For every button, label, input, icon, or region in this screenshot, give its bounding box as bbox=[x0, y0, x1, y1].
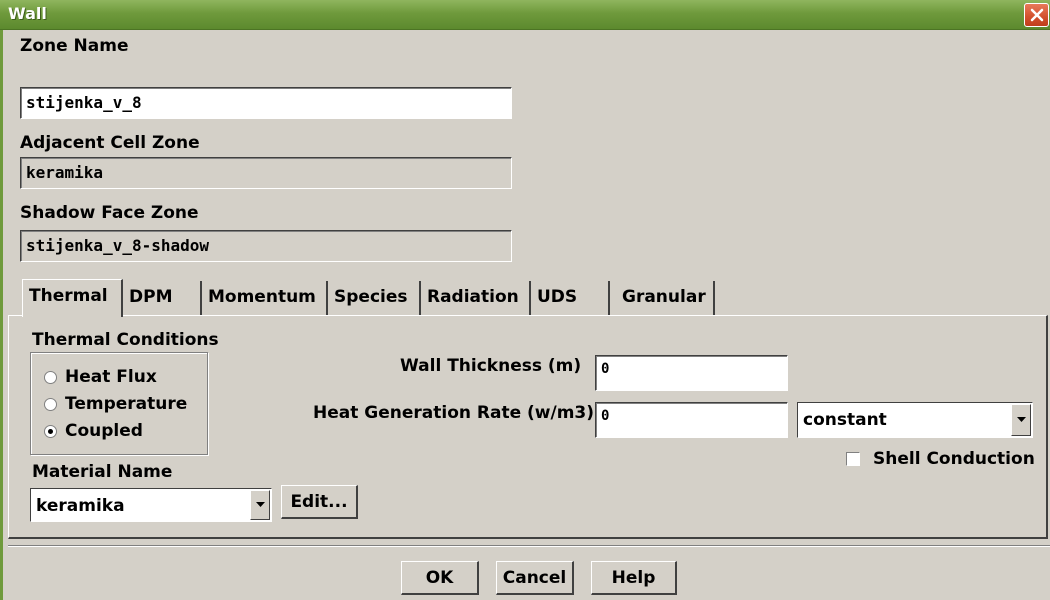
shadow-face-zone-field: stijenka_v_8-shadow bbox=[20, 230, 512, 262]
cancel-button[interactable]: Cancel bbox=[496, 561, 574, 595]
zone-name-label: Zone Name bbox=[20, 36, 129, 56]
material-name-label: Material Name bbox=[32, 462, 173, 482]
radio-coupled-label: Coupled bbox=[65, 421, 143, 441]
material-name-value: keramika bbox=[36, 496, 125, 516]
window-border bbox=[0, 30, 3, 600]
heat-generation-label: Heat Generation Rate (w/m3) bbox=[313, 403, 595, 423]
tab-momentum[interactable]: Momentum bbox=[202, 281, 328, 315]
radio-temperature[interactable]: Temperature bbox=[44, 394, 187, 414]
radio-heat-flux[interactable]: Heat Flux bbox=[44, 367, 157, 387]
radio-coupled[interactable]: Coupled bbox=[44, 421, 143, 441]
heat-generation-input[interactable]: 0 bbox=[595, 402, 788, 438]
material-name-dropdown-button[interactable] bbox=[250, 490, 270, 520]
edit-material-button[interactable]: Edit... bbox=[281, 485, 358, 519]
heat-generation-method-select[interactable]: constant bbox=[797, 402, 1033, 438]
title-bar[interactable]: Wall bbox=[0, 0, 1050, 30]
radio-heat-flux-label: Heat Flux bbox=[65, 367, 157, 387]
ok-button[interactable]: OK bbox=[401, 561, 479, 595]
zone-name-input[interactable]: stijenka_v_8 bbox=[20, 87, 512, 119]
thermal-conditions-label: Thermal Conditions bbox=[32, 330, 219, 350]
radio-temperature-label: Temperature bbox=[65, 394, 188, 414]
tab-dpm[interactable]: DPM bbox=[123, 281, 202, 315]
radio-temperature-indicator[interactable] bbox=[44, 397, 57, 411]
chevron-down-icon bbox=[1016, 417, 1026, 422]
tab-uds[interactable]: UDS bbox=[531, 281, 610, 315]
adjacent-cell-zone-field: keramika bbox=[20, 157, 512, 189]
material-name-select[interactable]: keramika bbox=[30, 488, 272, 522]
close-button[interactable] bbox=[1024, 3, 1049, 27]
heat-generation-method-dropdown-button[interactable] bbox=[1011, 404, 1031, 436]
chevron-down-icon bbox=[255, 502, 265, 507]
window-title: Wall bbox=[8, 4, 47, 23]
tab-granular[interactable]: Granular bbox=[610, 281, 715, 315]
radio-heat-flux-indicator[interactable] bbox=[44, 370, 57, 384]
wall-thickness-input[interactable]: 0 bbox=[595, 355, 788, 391]
shell-conduction-label: Shell Conduction bbox=[873, 449, 1035, 469]
close-icon bbox=[1030, 8, 1043, 22]
tab-thermal[interactable]: Thermal bbox=[22, 279, 123, 317]
tab-species[interactable]: Species bbox=[328, 281, 421, 315]
tab-radiation[interactable]: Radiation bbox=[421, 281, 531, 315]
heat-generation-method-value: constant bbox=[803, 410, 887, 430]
wall-thickness-label: Wall Thickness (m) bbox=[400, 356, 582, 376]
shadow-face-zone-label: Shadow Face Zone bbox=[20, 203, 199, 223]
shell-conduction-checkbox[interactable] bbox=[846, 452, 860, 466]
adjacent-cell-zone-label: Adjacent Cell Zone bbox=[20, 133, 200, 153]
divider bbox=[8, 545, 1050, 547]
radio-coupled-indicator[interactable] bbox=[44, 424, 57, 438]
help-button[interactable]: Help bbox=[591, 561, 677, 595]
